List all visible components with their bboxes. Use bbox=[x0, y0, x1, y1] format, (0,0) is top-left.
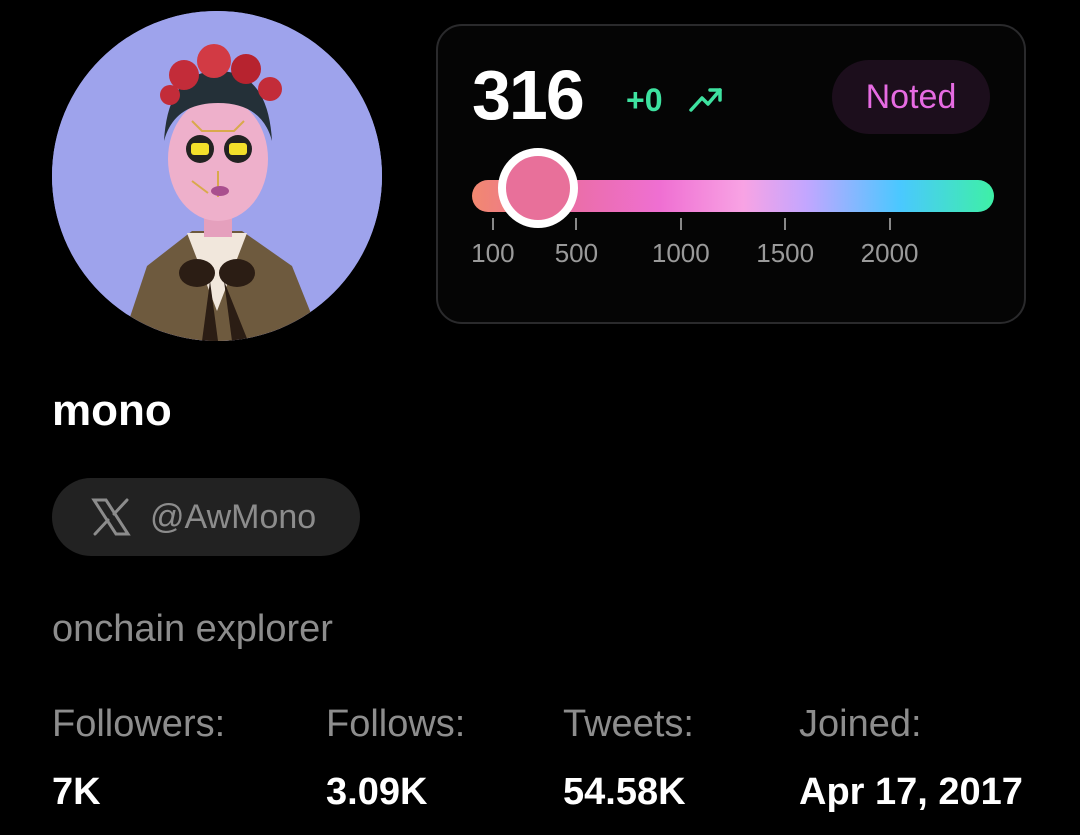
status-badge: Noted bbox=[832, 60, 990, 134]
avatar[interactable] bbox=[52, 11, 382, 341]
score-delta: +0 bbox=[626, 82, 663, 118]
slider-tick bbox=[888, 218, 891, 230]
stat-label: Follows: bbox=[326, 703, 466, 745]
profile-bio: onchain explorer bbox=[52, 608, 333, 650]
stat-label: Tweets: bbox=[563, 703, 694, 745]
stat-value: 7K bbox=[52, 771, 101, 813]
stat-follows: Follows: 3.09K bbox=[326, 705, 465, 811]
cyberpunk-portrait-avatar bbox=[52, 11, 382, 341]
slider-tick-label: 1500 bbox=[756, 238, 815, 268]
stat-value: 3.09K bbox=[326, 771, 428, 813]
stat-label: Followers: bbox=[52, 703, 226, 745]
x-handle-button[interactable]: @AwMono bbox=[52, 478, 360, 556]
stat-value: Apr 17, 2017 bbox=[799, 771, 1023, 813]
stat-label: Joined: bbox=[799, 703, 922, 745]
slider-tick bbox=[679, 218, 682, 230]
score-value: 316 bbox=[472, 56, 585, 134]
slider-tick-label: 500 bbox=[554, 238, 599, 268]
stat-followers: Followers: 7K bbox=[52, 705, 225, 811]
slider-tick-label: 1000 bbox=[651, 238, 710, 268]
profile-name: mono bbox=[52, 386, 172, 435]
trend-up-icon bbox=[689, 88, 722, 112]
stat-joined: Joined: Apr 17, 2017 bbox=[799, 705, 1023, 811]
x-logo-icon bbox=[91, 498, 131, 536]
slider-tick bbox=[575, 218, 578, 230]
slider-tick bbox=[784, 218, 787, 230]
score-slider-thumb[interactable] bbox=[497, 148, 578, 228]
score-card: 316 +0 Noted 100 500 1000 1500 2000 bbox=[436, 24, 1026, 324]
stat-value: 54.58K bbox=[563, 771, 686, 813]
slider-tick-label: 100 bbox=[471, 238, 515, 268]
stat-tweets: Tweets: 54.58K bbox=[563, 705, 694, 811]
slider-tick-label: 2000 bbox=[860, 238, 919, 268]
x-handle-text: @AwMono bbox=[150, 497, 317, 536]
slider-tick bbox=[491, 218, 494, 230]
